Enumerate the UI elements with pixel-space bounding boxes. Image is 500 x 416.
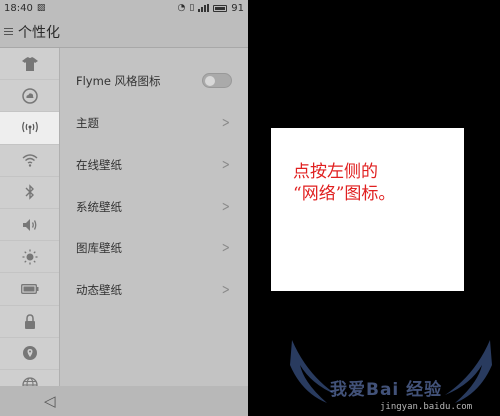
sidebar-item-display[interactable] [0, 241, 59, 274]
status-bar: 18:40 ▨ ◔ ▯ 91 [0, 0, 248, 16]
row-label: Flyme 风格图标 [76, 73, 161, 88]
row-label: 系统壁纸 [76, 199, 122, 214]
watermark-text: 我爱Bai 经验 [330, 380, 443, 400]
flyme-icon-toggle[interactable] [202, 73, 232, 88]
location-icon [22, 346, 37, 361]
chevron-right-icon: > [222, 239, 231, 256]
sidebar-item-wifi[interactable] [0, 145, 59, 177]
phone-screen: 18:40 ▨ ◔ ▯ 91 个性化 Flyme 风格图标 主题 > 在线壁纸 … [0, 0, 248, 416]
chevron-right-icon: > [222, 198, 231, 215]
instruction-callout: 点按左侧的 “网络”图标。 [271, 128, 464, 291]
network-icon [21, 121, 38, 134]
system-wallpaper-row[interactable]: 系统壁纸 > [60, 186, 248, 227]
live-wallpaper-row[interactable]: 动态壁纸 > [60, 269, 248, 310]
status-time: 18:40 [4, 2, 33, 14]
app-bar: 个性化 [0, 16, 248, 48]
vibrate-icon: ▯ [189, 3, 195, 13]
settings-sidebar [0, 48, 60, 403]
sidebar-item-sound[interactable] [0, 209, 59, 242]
sidebar-item-personalize[interactable] [0, 48, 59, 81]
flyme-icon-style-row[interactable]: Flyme 风格图标 [60, 60, 248, 101]
watermark-url: jingyan.baidu.com [380, 402, 473, 412]
sidebar-item-battery[interactable] [0, 273, 59, 306]
navigation-bar: ◁ [0, 386, 248, 416]
theme-row[interactable]: 主题 > [60, 102, 248, 143]
sidebar-item-bluetooth[interactable] [0, 177, 59, 209]
row-label: 图库壁纸 [76, 240, 122, 255]
sidebar-item-cloud[interactable] [0, 80, 59, 113]
chevron-right-icon: > [222, 114, 231, 131]
battery-level: 91 [231, 2, 244, 14]
instruction-text: 点按左侧的 “网络”图标。 [293, 162, 396, 204]
sidebar-item-security[interactable] [0, 306, 59, 338]
cloud-icon [21, 88, 38, 104]
volume-icon [22, 218, 36, 231]
wifi-icon [22, 153, 37, 167]
row-label: 在线壁纸 [76, 157, 122, 172]
chevron-right-icon: > [222, 281, 231, 298]
battery-icon [20, 283, 38, 294]
back-icon[interactable]: ◁ [44, 392, 56, 410]
bluetooth-icon [25, 184, 34, 201]
alarm-icon: ◔ [177, 3, 186, 13]
row-label: 主题 [76, 115, 99, 130]
sidebar-item-network[interactable] [0, 112, 59, 145]
online-wallpaper-row[interactable]: 在线壁纸 > [60, 144, 248, 185]
row-label: 动态壁纸 [76, 282, 122, 297]
settings-list: Flyme 风格图标 主题 > 在线壁纸 > 系统壁纸 > 图库壁纸 > 动态壁… [60, 48, 248, 386]
brightness-icon [22, 249, 37, 265]
baidu-watermark: 我爱Bai 经验 jingyan.baidu.com [282, 335, 500, 416]
chevron-right-icon: > [222, 156, 231, 173]
lock-icon [24, 313, 35, 329]
gallery-wallpaper-row[interactable]: 图库壁纸 > [60, 227, 248, 268]
page-title: 个性化 [18, 24, 60, 41]
battery-icon [213, 4, 228, 12]
signal-icon [198, 4, 210, 12]
shirt-icon [21, 56, 38, 71]
menu-icon[interactable] [4, 28, 13, 35]
sidebar-item-location[interactable] [0, 338, 59, 370]
image-notification-icon: ▨ [36, 3, 46, 13]
